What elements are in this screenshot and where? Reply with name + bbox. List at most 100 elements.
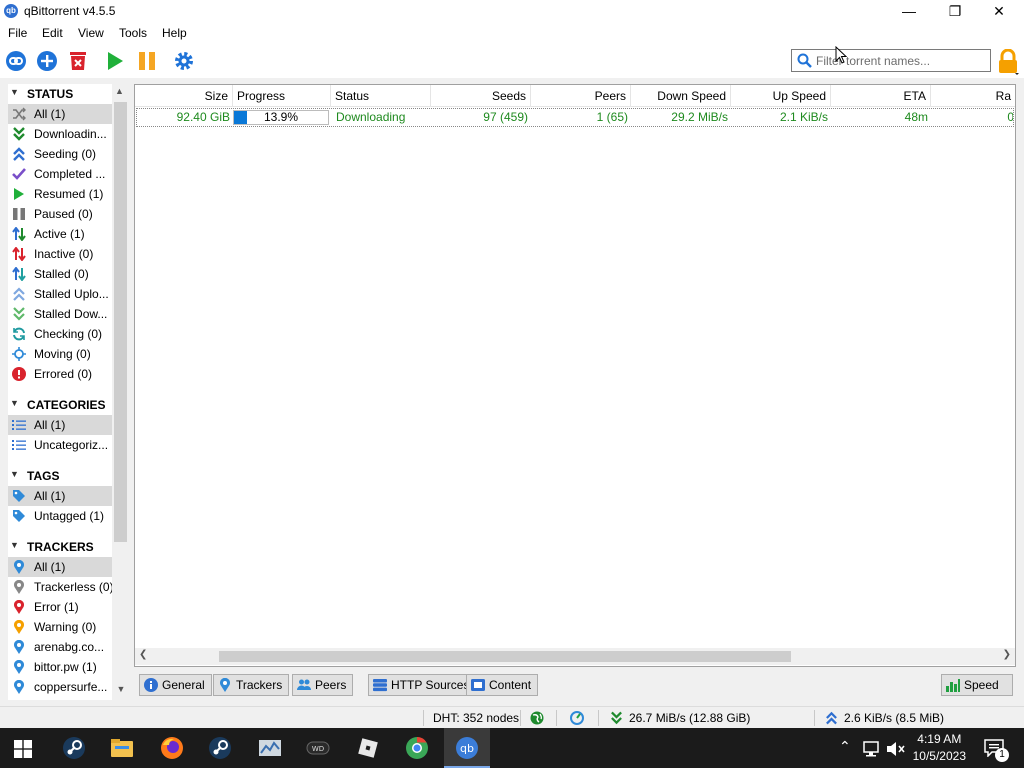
tracker-warning[interactable]: Warning (0) bbox=[8, 617, 112, 637]
tray-expand-chevron-icon[interactable]: ⌃ bbox=[839, 738, 851, 755]
status-inactive[interactable]: Inactive (0) bbox=[8, 244, 112, 264]
tag-icon bbox=[13, 510, 25, 522]
windows-start-icon[interactable] bbox=[14, 740, 32, 758]
steam-icon[interactable] bbox=[62, 736, 86, 760]
scroll-down-arrow-icon[interactable]: ▼ bbox=[113, 684, 129, 700]
status-moving[interactable]: Moving (0) bbox=[8, 344, 112, 364]
tracker-bittor-pw[interactable]: bittor.pw (1) bbox=[8, 657, 112, 677]
menu-bar: File Edit View Tools Help bbox=[0, 24, 1024, 44]
system-clock[interactable]: 4:19 AM 10/5/2023 bbox=[913, 731, 966, 765]
connection-status-globe-icon[interactable] bbox=[530, 711, 544, 725]
category-all[interactable]: All (1) bbox=[8, 415, 112, 435]
menu-file[interactable]: File bbox=[8, 26, 27, 40]
volume-muted-icon[interactable] bbox=[886, 741, 906, 757]
column-seeds[interactable]: Seeds bbox=[431, 85, 531, 106]
firefox-icon[interactable] bbox=[160, 736, 184, 760]
shuffle-icon bbox=[13, 107, 26, 121]
status-checking[interactable]: Checking (0) bbox=[8, 324, 112, 344]
status-resumed[interactable]: Resumed (1) bbox=[8, 184, 112, 204]
tracker-trackerless[interactable]: Trackerless (0) bbox=[8, 577, 112, 597]
scroll-up-arrow-icon[interactable]: ▲ bbox=[115, 86, 124, 96]
status-all[interactable]: All (1) bbox=[8, 104, 112, 124]
column-ratio[interactable]: Ra bbox=[931, 85, 1015, 106]
status-completed[interactable]: Completed ... bbox=[8, 164, 112, 184]
menu-edit[interactable]: Edit bbox=[42, 26, 63, 40]
taskbar-qbittorrent-active[interactable]: qb bbox=[444, 728, 490, 768]
alt-speed-limit-icon[interactable] bbox=[570, 711, 584, 725]
add-torrent-file-icon[interactable] bbox=[36, 50, 58, 72]
tab-trackers[interactable]: Trackers bbox=[213, 674, 290, 696]
column-eta[interactable]: ETA bbox=[831, 85, 931, 106]
list-icon bbox=[12, 420, 26, 430]
control-panel-icon[interactable] bbox=[258, 736, 282, 760]
column-size[interactable]: Size bbox=[135, 85, 233, 106]
column-down-speed[interactable]: Down Speed bbox=[631, 85, 731, 106]
tab-peers[interactable]: Peers bbox=[292, 674, 354, 696]
scroll-right-arrow-icon[interactable]: ❯ bbox=[1003, 649, 1011, 660]
column-up-speed[interactable]: Up Speed bbox=[731, 85, 831, 106]
progress-text: 13.9% bbox=[263, 110, 299, 124]
status-seeding[interactable]: Seeding (0) bbox=[8, 144, 112, 164]
chrome-icon[interactable] bbox=[405, 736, 429, 760]
resume-icon[interactable] bbox=[104, 50, 126, 72]
tracker-error[interactable]: Error (1) bbox=[8, 597, 112, 617]
info-icon bbox=[144, 678, 158, 692]
status-section-header[interactable]: ▼ STATUS bbox=[8, 84, 112, 104]
network-icon[interactable] bbox=[862, 741, 880, 757]
add-torrent-link-icon[interactable] bbox=[5, 50, 27, 72]
column-status[interactable]: Status bbox=[331, 85, 431, 106]
speed-graph-button[interactable]: Speed bbox=[941, 674, 1013, 696]
restore-button[interactable]: ❐ bbox=[932, 0, 978, 24]
tab-general[interactable]: General bbox=[139, 674, 212, 696]
tab-content[interactable]: Content bbox=[466, 674, 539, 696]
file-explorer-icon[interactable] bbox=[110, 736, 134, 760]
status-paused[interactable]: Paused (0) bbox=[8, 204, 112, 224]
download-speed-icon bbox=[611, 711, 622, 725]
status-active[interactable]: Active (1) bbox=[8, 224, 112, 244]
trackers-section-header[interactable]: ▼ TRACKERS bbox=[8, 537, 112, 557]
column-peers[interactable]: Peers bbox=[531, 85, 631, 106]
server-icon bbox=[373, 679, 387, 692]
sidebar-scroll-thumb[interactable] bbox=[114, 102, 127, 542]
lock-icon[interactable] bbox=[996, 49, 1020, 75]
obs-studio-icon[interactable]: WD bbox=[306, 736, 330, 760]
horizontal-scroll-thumb[interactable] bbox=[219, 651, 791, 662]
tracker-arenabg[interactable]: arenabg.co... bbox=[8, 637, 112, 657]
steam-icon[interactable] bbox=[208, 736, 232, 760]
filter-search-box[interactable] bbox=[791, 49, 991, 72]
menu-help[interactable]: Help bbox=[162, 26, 187, 40]
torrent-size: 92.40 GiB bbox=[176, 110, 230, 124]
status-downloading[interactable]: Downloadin... bbox=[8, 124, 112, 144]
column-progress[interactable]: Progress bbox=[233, 85, 331, 106]
pause-icon[interactable] bbox=[136, 50, 158, 72]
people-icon bbox=[297, 679, 311, 690]
status-errored[interactable]: Errored (0) bbox=[8, 364, 112, 384]
options-gear-icon[interactable] bbox=[173, 50, 195, 72]
categories-section-header[interactable]: ▼ CATEGORIES bbox=[8, 395, 112, 415]
menu-view[interactable]: View bbox=[78, 26, 104, 40]
mouse-cursor-icon bbox=[835, 46, 847, 64]
menu-tools[interactable]: Tools bbox=[119, 26, 147, 40]
torrent-peers: 1 (65) bbox=[596, 110, 628, 124]
category-uncategorized[interactable]: Uncategoriz... bbox=[8, 435, 112, 455]
scroll-left-arrow-icon[interactable]: ❮ bbox=[139, 649, 147, 660]
horizontal-scrollbar[interactable]: ❮ ❯ bbox=[135, 648, 1015, 665]
delete-torrent-icon[interactable] bbox=[67, 50, 89, 72]
minimize-button[interactable]: — bbox=[886, 0, 932, 24]
tab-http-sources[interactable]: HTTP Sources bbox=[368, 674, 477, 696]
close-button[interactable]: ✕ bbox=[976, 0, 1022, 24]
tracker-all[interactable]: All (1) bbox=[8, 557, 112, 577]
tracker-coppersurfer[interactable]: coppersurfe... bbox=[8, 677, 112, 697]
status-stalled[interactable]: Stalled (0) bbox=[8, 264, 112, 284]
tags-section-header[interactable]: ▼ TAGS bbox=[8, 466, 112, 486]
clock-date: 10/5/2023 bbox=[912, 749, 966, 763]
torrent-row[interactable]: 92.40 GiB 13.9% Downloading 97 (459) 1 (… bbox=[136, 108, 1014, 127]
upload-speed-icon bbox=[826, 711, 837, 725]
window-title: qBittorrent v4.5.5 bbox=[24, 4, 116, 18]
sidebar-scrollbar[interactable]: ▲ bbox=[112, 84, 129, 700]
roblox-icon[interactable] bbox=[356, 736, 380, 760]
status-stalled-downloading[interactable]: Stalled Dow... bbox=[8, 304, 112, 324]
tag-all[interactable]: All (1) bbox=[8, 486, 112, 506]
status-stalled-uploading[interactable]: Stalled Uplo... bbox=[8, 284, 112, 304]
tag-untagged[interactable]: Untagged (1) bbox=[8, 506, 112, 526]
